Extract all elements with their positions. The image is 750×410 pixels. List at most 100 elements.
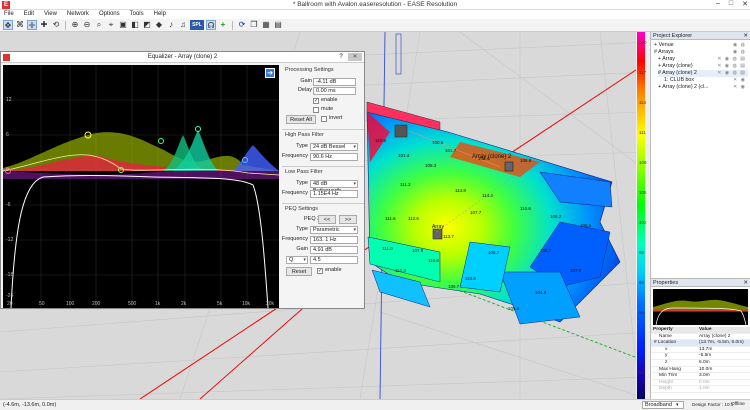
view-top-icon[interactable]: ◩ <box>142 20 152 30</box>
tree-item-arrays[interactable]: # Arrays <box>654 49 673 56</box>
table-row[interactable]: # Location (13.7m, -5.5m, 6.0m) <box>651 340 750 347</box>
array2-label[interactable]: Array <box>432 224 444 230</box>
mute-checkbox[interactable] <box>313 107 319 113</box>
peq-settings-group: PEQ Settings PEQ 3 << >> Type Parametric… <box>282 203 364 283</box>
tree-item-array[interactable]: + Array <box>658 56 675 63</box>
grid-icon[interactable]: ▦ <box>261 20 271 30</box>
table-row[interactable]: z 6.0m <box>651 360 750 367</box>
arrow-right-icon[interactable]: ➔ <box>265 68 275 78</box>
rotate-tool-icon[interactable]: ⟲ <box>51 20 61 30</box>
peq-type-select[interactable]: Parametric <box>310 226 358 234</box>
view-3d-icon[interactable]: ◆ <box>154 20 164 30</box>
pan-tool-icon[interactable]: ✚ <box>39 20 49 30</box>
microphone-icon[interactable]: ♫ <box>178 20 188 30</box>
eq-response-plot[interactable]: 12 6 0 -6 -12 -18 -24 20 50 100 200 500 … <box>3 65 279 308</box>
menu-edit[interactable]: Edit <box>24 10 34 19</box>
zoom-out-icon[interactable]: ⊖ <box>82 20 92 30</box>
view-side-icon[interactable]: ◧ <box>130 20 140 30</box>
view-front-icon[interactable]: ▣ <box>118 20 128 30</box>
menu-view[interactable]: View <box>44 10 57 19</box>
close-button[interactable]: ✕ <box>348 53 362 61</box>
peq-type-label: Type <box>296 226 308 232</box>
scale-label: 102 <box>639 220 647 225</box>
tree-item-venue[interactable]: + Venue <box>654 42 674 49</box>
close-icon[interactable]: ✕ <box>743 32 748 40</box>
minimize-icon[interactable]: – <box>716 0 720 8</box>
peq-q-input[interactable]: 4.5 <box>310 256 358 264</box>
zoom-fit-icon[interactable]: ⌕ <box>94 20 104 30</box>
equalizer-window: Equalizer - Array (clone) 2 ? ✕ 12 6 0 -… <box>0 51 365 309</box>
spl-label: 108.3 <box>425 163 437 168</box>
reset-all-button[interactable]: Reset All <box>286 115 316 124</box>
x-tick: 2k <box>181 301 187 307</box>
tree-item-club-box[interactable]: 1: CLUB box <box>664 77 694 84</box>
equalizer-title: Equalizer - Array (clone) 2 <box>1 52 364 63</box>
coverage-icon[interactable]: ☊ <box>206 20 216 30</box>
menu-options[interactable]: Options <box>99 10 120 19</box>
gain-input[interactable]: -4.11 dB <box>313 78 356 86</box>
peq-enable-checkbox[interactable]: ✓ <box>317 268 323 274</box>
peq-next-button[interactable]: >> <box>339 215 357 224</box>
hp-frequency-input[interactable]: 90.6 Hz <box>310 153 358 161</box>
lp-type-select[interactable]: 48 dB Butterworth <box>310 180 358 194</box>
toolbar: ✥ ⌘ ✛ ✚ ⟲ ⊕ ⊖ ⌕ ⌖ ▣ ◧ ◩ ◆ ♪ ♫ SPL ☊ + ⟳ … <box>0 19 750 32</box>
spl-label: 107.7 <box>470 210 482 215</box>
menu-file[interactable]: File <box>4 10 14 19</box>
refresh-icon[interactable]: ⟳ <box>237 20 247 30</box>
spl-label: 106.9 <box>520 158 532 163</box>
enable-checkbox[interactable]: ✓ <box>313 98 319 104</box>
menu-help[interactable]: Help <box>154 10 166 19</box>
x-tick: 20k <box>266 301 275 307</box>
table-row[interactable]: Min Trim 3.0m <box>651 373 750 380</box>
visibility-icon[interactable]: ✕ ◉ ◍ ▤ <box>717 63 746 69</box>
chevron-down-icon[interactable]: ▾ <box>676 400 679 410</box>
copy-icon[interactable]: ❐ <box>249 20 259 30</box>
visibility-icon[interactable]: ✕ ◉ ◍ ▤ <box>717 56 746 62</box>
tree-item-array-clone-2-clone[interactable]: + Array (clone) 2 (cl... <box>658 84 708 91</box>
visibility-icon[interactable]: ✕ ◉ <box>733 77 746 83</box>
peq-enable-label: enable <box>325 267 342 273</box>
speaker-icon[interactable]: ♪ <box>166 20 176 30</box>
tree-item-array-clone[interactable]: + Array (clone) <box>658 63 693 70</box>
visibility-icon[interactable]: ✕ ◉ ◍ ▤ <box>717 70 746 76</box>
menu-network[interactable]: Network <box>67 10 89 19</box>
spl-button[interactable]: SPL <box>190 20 204 30</box>
delay-input[interactable]: 0.00 ms <box>313 87 356 95</box>
hp-type-select[interactable]: 24 dB Bessel <box>310 143 358 151</box>
spl-label: 105.8 <box>508 306 520 311</box>
spl-label: 110.6 <box>520 206 531 211</box>
zoom-window-icon[interactable]: ⌖ <box>106 20 116 30</box>
scale-label: 96 <box>639 280 645 285</box>
peq-frequency-input[interactable]: 163. 1 Hz <box>310 236 358 244</box>
visibility-icon[interactable]: ◉ ◍ <box>733 42 746 48</box>
save-icon[interactable]: ▤ <box>273 20 283 30</box>
visibility-icon[interactable]: ◉ ◍ <box>733 49 746 55</box>
delay-label: Delay <box>297 87 312 93</box>
maximize-icon[interactable]: □ <box>729 0 733 8</box>
select-tool-icon[interactable]: ✥ <box>3 20 13 30</box>
peq-q-select[interactable]: Q <box>286 256 308 264</box>
peq-gain-input[interactable]: 4.91 dB <box>310 246 358 254</box>
network-tool-icon[interactable]: ⌘ <box>15 20 25 30</box>
invert-checkbox[interactable] <box>321 116 327 122</box>
move-tool-icon[interactable]: ✛ <box>27 20 37 30</box>
x-tick: 50 <box>39 301 45 307</box>
menu-tools[interactable]: Tools <box>130 10 144 19</box>
table-row[interactable]: Depth 1.0m <box>651 386 750 393</box>
help-button[interactable]: ? <box>337 53 345 61</box>
zoom-in-icon[interactable]: ⊕ <box>70 20 80 30</box>
peq-reset-button[interactable]: Reset <box>286 267 312 276</box>
array-label[interactable]: Array (clone) 2 <box>472 154 512 160</box>
visibility-icon[interactable]: ✕ ◉ <box>733 84 746 90</box>
table-row[interactable]: y -5.5m <box>651 353 750 360</box>
peq-prev-button[interactable]: << <box>318 215 336 224</box>
close-icon[interactable]: ✕ <box>742 0 748 8</box>
app-icon <box>3 54 10 61</box>
x-tick: 200 <box>92 301 101 307</box>
properties-panel: Properties ✕ Property Value Name Array (c… <box>650 278 750 399</box>
spl-label: 108.7 <box>540 248 552 253</box>
lp-frequency-input[interactable]: 1.15E4 Hz <box>310 190 358 198</box>
close-icon[interactable]: ✕ <box>743 279 748 287</box>
add-icon[interactable]: + <box>218 20 228 30</box>
design-factor: Design Factor : 10:1 <box>692 402 734 407</box>
